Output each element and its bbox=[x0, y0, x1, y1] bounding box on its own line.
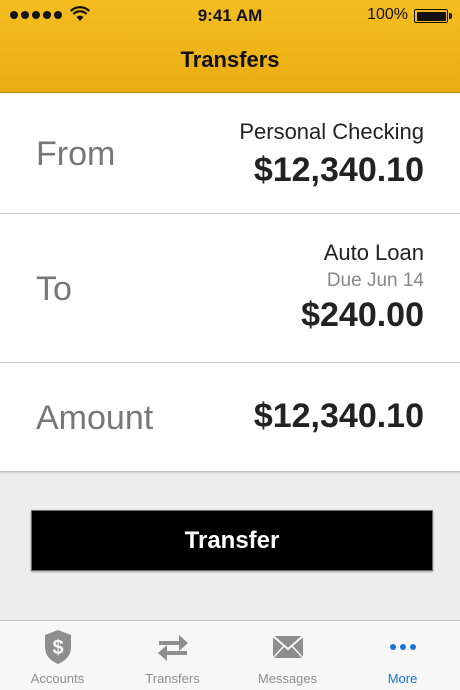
to-label: To bbox=[36, 270, 72, 308]
to-account-row[interactable]: To Auto Loan Due Jun 14 $240.00 bbox=[0, 214, 460, 363]
transfer-form: From Personal Checking $12,340.10 To Aut… bbox=[0, 93, 460, 472]
amount-row[interactable]: Amount $12,340.10 bbox=[0, 363, 460, 472]
dollar-shield-icon: $ bbox=[38, 627, 78, 667]
from-account-name: Personal Checking bbox=[239, 119, 424, 144]
svg-text:$: $ bbox=[52, 637, 63, 659]
battery-percentage: 100% bbox=[367, 6, 408, 23]
tab-accounts-label: Accounts bbox=[30, 671, 85, 686]
to-account-name: Auto Loan bbox=[323, 240, 424, 265]
transfer-amount-value: $12,340.10 bbox=[253, 397, 424, 435]
from-label: From bbox=[36, 135, 116, 173]
tab-more-label: More bbox=[387, 671, 418, 686]
status-bar: 9:41 AM 100% bbox=[0, 0, 460, 32]
tab-bar: $ Accounts Transfers Messages More bbox=[0, 620, 460, 690]
envelope-icon bbox=[268, 627, 308, 667]
tab-more[interactable]: More bbox=[345, 621, 460, 690]
battery-icon bbox=[414, 9, 452, 23]
to-account-amount: $240.00 bbox=[301, 296, 424, 334]
amount-value-wrap: $12,340.10 bbox=[254, 397, 424, 436]
tab-accounts[interactable]: $ Accounts bbox=[0, 621, 115, 690]
transfer-button[interactable]: Transfer bbox=[31, 510, 433, 571]
more-dots-icon bbox=[383, 627, 423, 667]
to-account-due-date: Due Jun 14 bbox=[326, 270, 424, 291]
from-account-row[interactable]: From Personal Checking $12,340.10 bbox=[0, 93, 460, 214]
app-header: 9:41 AM 100% Transfers bbox=[0, 0, 460, 93]
to-account-details: Auto Loan Due Jun 14 $240.00 bbox=[301, 240, 424, 335]
tab-transfers[interactable]: Transfers bbox=[115, 621, 230, 690]
from-account-balance: $12,340.10 bbox=[253, 151, 424, 189]
amount-label: Amount bbox=[36, 399, 154, 437]
from-account-details: Personal Checking $12,340.10 bbox=[239, 119, 424, 190]
tab-messages-label: Messages bbox=[257, 671, 318, 686]
transfer-arrows-icon bbox=[153, 627, 193, 667]
tab-messages[interactable]: Messages bbox=[230, 621, 345, 690]
tab-transfers-label: Transfers bbox=[145, 671, 200, 686]
page-title: Transfers bbox=[180, 47, 280, 72]
